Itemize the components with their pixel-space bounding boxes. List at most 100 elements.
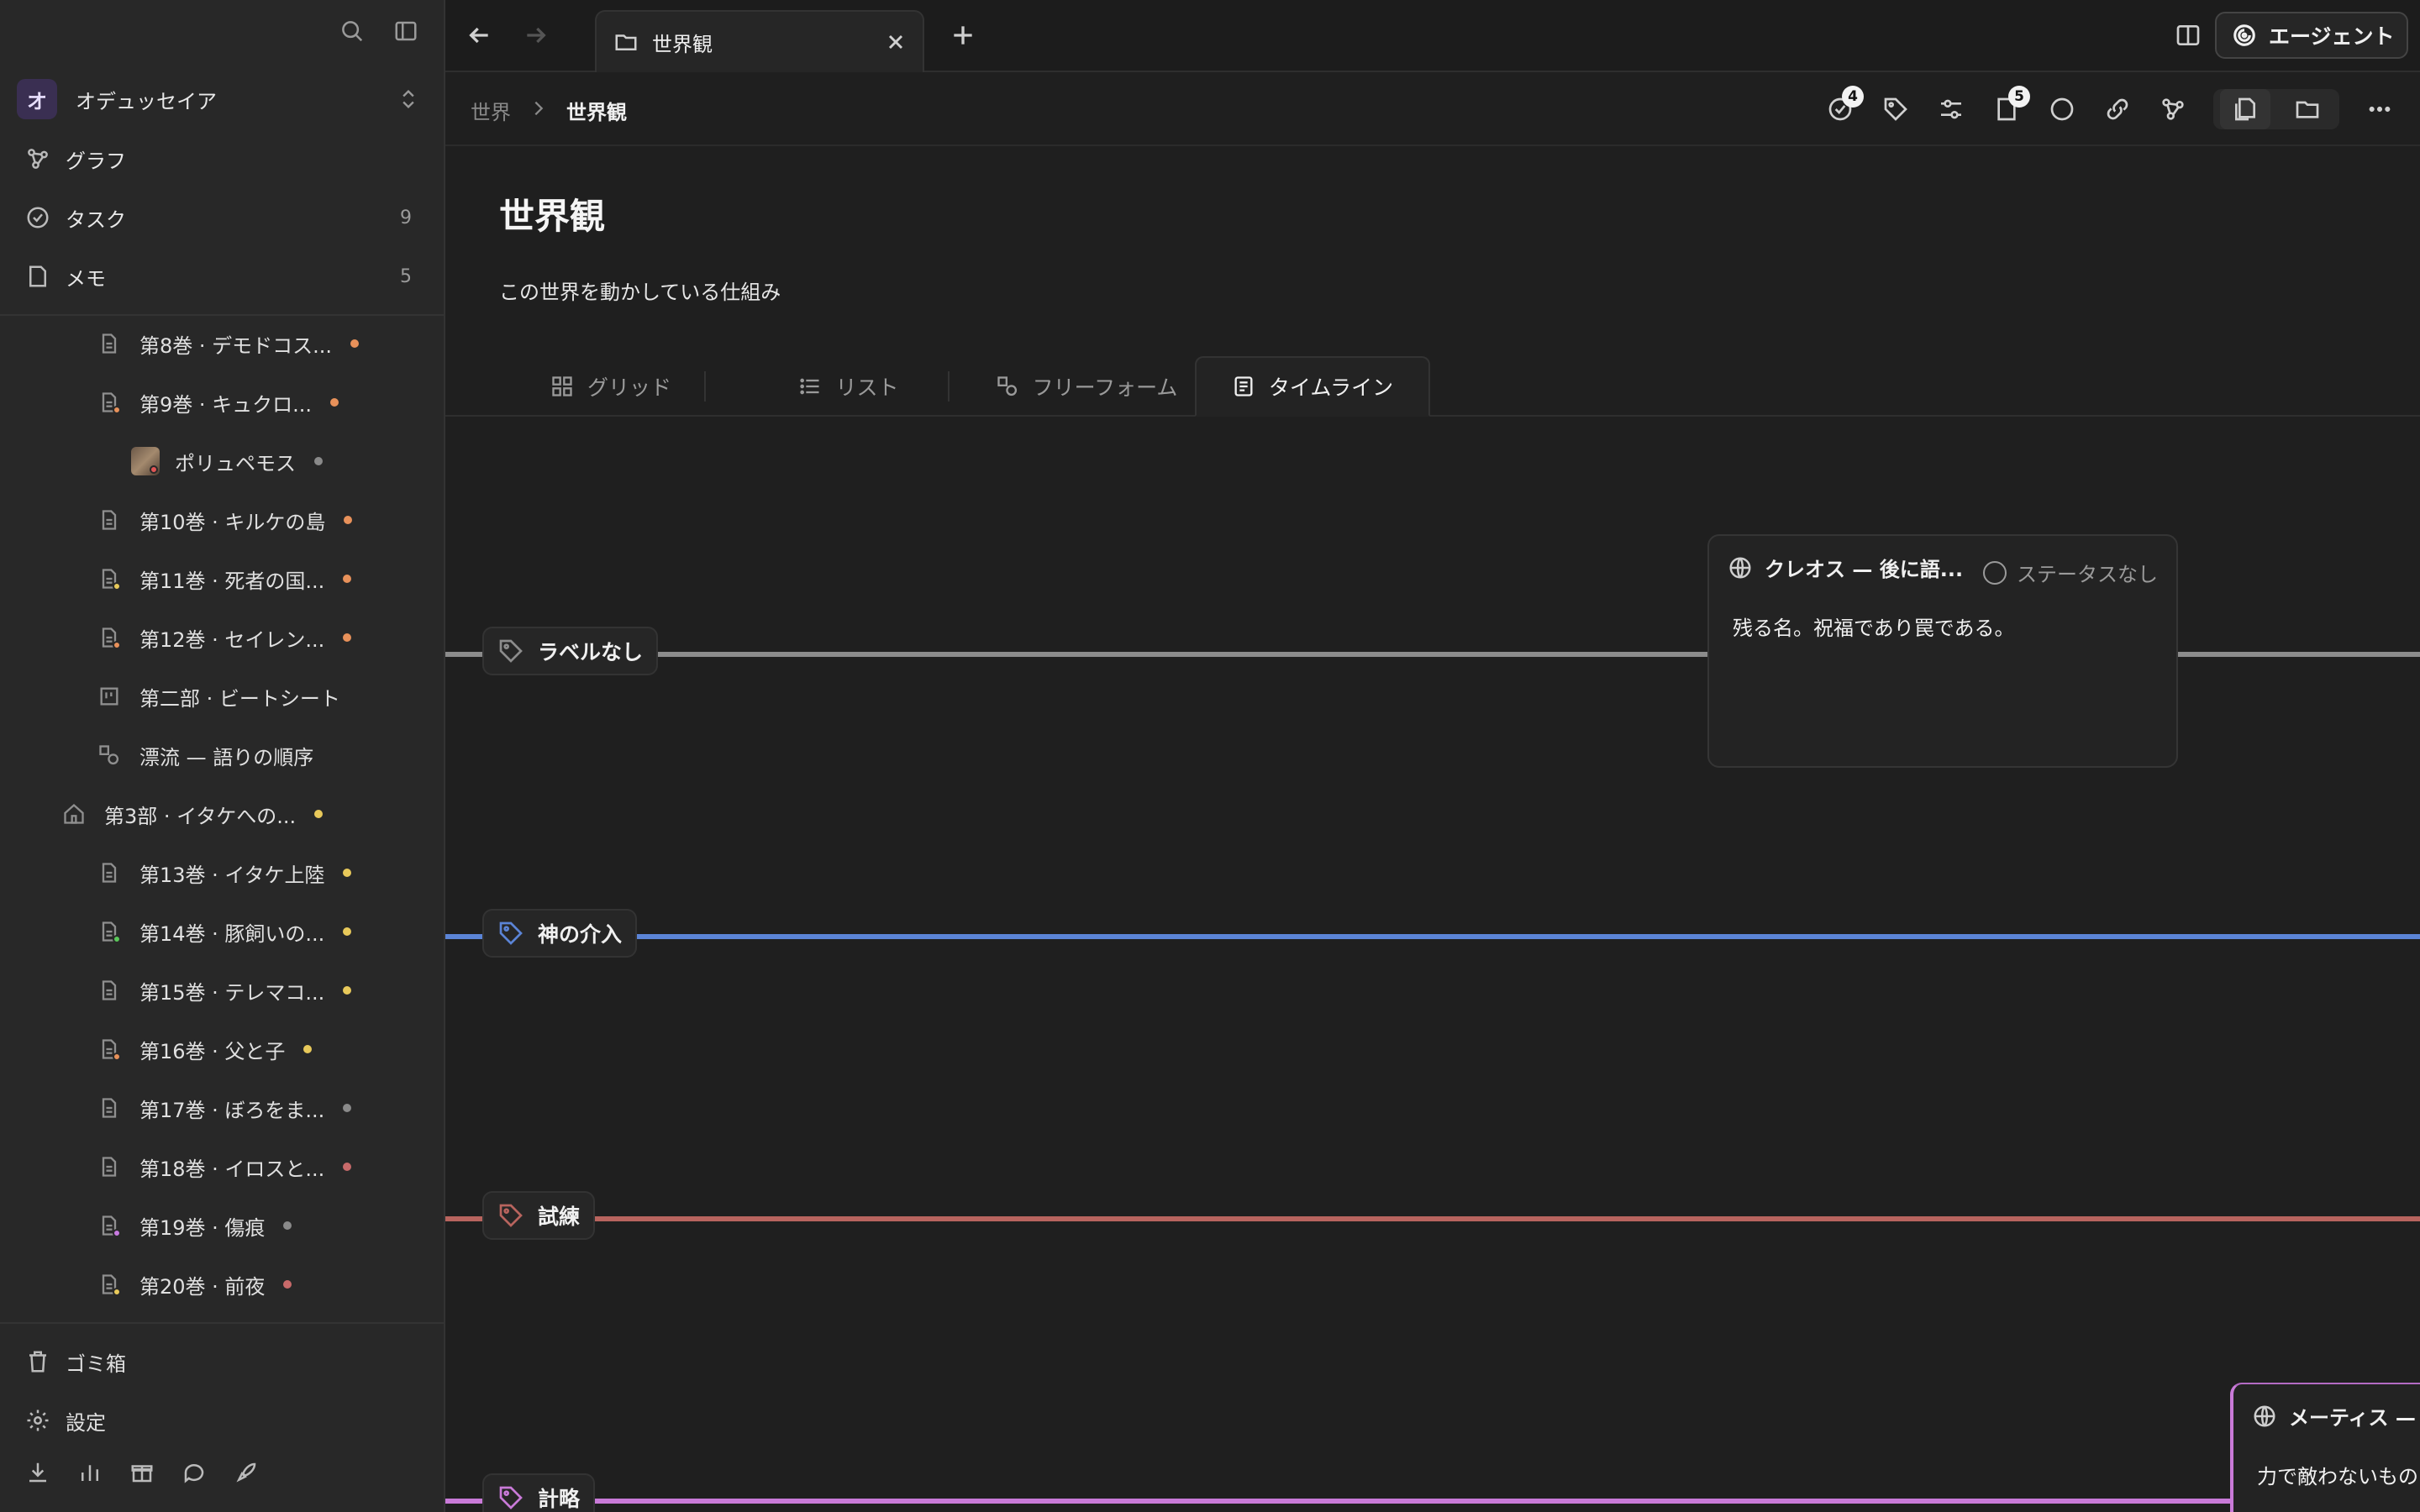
- properties-button[interactable]: [1936, 89, 1966, 129]
- chat-icon[interactable]: [182, 1460, 207, 1488]
- breadcrumb-parent[interactable]: 世界: [471, 96, 511, 125]
- page-description[interactable]: この世界を動かしている仕組み: [499, 276, 781, 305]
- tab-grid[interactable]: グリッド: [523, 356, 699, 417]
- tree-item[interactable]: 第12巻 · セイレン...: [97, 617, 352, 659]
- graph-button[interactable]: [2158, 89, 2188, 129]
- tree-item[interactable]: 第8巻 · デモドコス...: [97, 323, 360, 365]
- workspace-switcher[interactable]: オ オデュッセイア: [17, 79, 420, 119]
- tree-item[interactable]: 第16巻 · 父と子: [97, 1028, 313, 1070]
- folder-view-button[interactable]: [2282, 89, 2333, 129]
- document-icon: [97, 1037, 121, 1061]
- gift-icon[interactable]: [129, 1460, 155, 1488]
- globe-icon: [1729, 557, 1751, 578]
- sidebar-top-actions: [339, 18, 418, 47]
- tree-item[interactable]: 第20巻 · 前夜: [97, 1263, 292, 1305]
- tree-item[interactable]: ポリュペモス: [131, 440, 323, 482]
- trash-button[interactable]: ゴミ箱: [25, 1341, 126, 1383]
- tree-item-label: 第19巻 · 傷痕: [139, 1215, 266, 1240]
- status-button[interactable]: [2047, 89, 2077, 129]
- top-bar: 世界観 エージェント: [445, 0, 2420, 72]
- split-view-icon[interactable]: [2175, 22, 2202, 52]
- link-icon: [2107, 98, 2128, 120]
- download-icon[interactable]: [25, 1460, 50, 1488]
- back-arrow-icon[interactable]: [466, 22, 492, 52]
- status-badge: [113, 935, 121, 943]
- tab-timeline[interactable]: タイムライン: [1195, 356, 1430, 417]
- settings-button[interactable]: 設定: [25, 1399, 106, 1441]
- tree-item-label: 第14巻 · 豚飼いの...: [139, 921, 325, 946]
- document-icon: [97, 1214, 121, 1237]
- document-icon: [97, 1155, 121, 1179]
- view-tabs: グリッド リスト フリーフォーム タイムライン: [445, 356, 2420, 417]
- note-icon: [29, 265, 46, 287]
- tab-freeform[interactable]: フリーフォーム: [973, 356, 1200, 417]
- search-icon[interactable]: [339, 18, 365, 47]
- notes-button[interactable]: 5: [1991, 86, 2030, 129]
- tree-item-label: 第二部 · ビートシート: [139, 686, 340, 711]
- tags-button[interactable]: [1881, 89, 1911, 129]
- new-tab-plus-icon[interactable]: [950, 22, 976, 52]
- tree-item[interactable]: 第二部 · ビートシート: [97, 675, 340, 717]
- grid-icon: [552, 376, 572, 396]
- forward-arrow-icon[interactable]: [523, 22, 550, 52]
- graph-icon: [2162, 98, 2184, 120]
- tree-item[interactable]: 第18巻 · イロスと...: [97, 1146, 352, 1188]
- chart-icon[interactable]: [77, 1460, 103, 1488]
- sidebar-toggle-icon[interactable]: [393, 18, 418, 47]
- trash-label: ゴミ箱: [66, 1352, 126, 1376]
- document-view-button[interactable]: [2220, 89, 2270, 129]
- document-icon: [97, 391, 121, 414]
- breadcrumb: 世界 世界観: [471, 96, 627, 125]
- color-dot: [283, 1280, 292, 1289]
- more-button[interactable]: [2365, 89, 2395, 129]
- close-icon[interactable]: [884, 30, 908, 57]
- tree-item[interactable]: 第15巻 · テレマコ...: [97, 969, 352, 1011]
- notes-count-badge: 5: [2008, 86, 2030, 108]
- nav-tasks[interactable]: タスク 9: [25, 197, 412, 239]
- lane-label-unlabeled[interactable]: ラベルなし: [482, 627, 659, 675]
- color-dot: [350, 339, 360, 348]
- page-title[interactable]: 世界観: [499, 188, 605, 239]
- list-icon: [800, 378, 819, 395]
- nav-graph[interactable]: グラフ: [25, 138, 412, 180]
- tree-item[interactable]: 第17巻 · ぼろをま...: [97, 1087, 352, 1129]
- tab-list[interactable]: リスト: [765, 356, 933, 417]
- tree-item[interactable]: 第13巻 · イタケ上陸: [97, 852, 352, 894]
- workspace-name: オデュッセイア: [76, 89, 217, 113]
- more-horizontal-icon: [2369, 106, 2391, 113]
- lane-label-schemes[interactable]: 計略: [482, 1473, 596, 1512]
- page-toolbar: 4 5: [1825, 86, 2395, 129]
- lane-label-divine[interactable]: 神の介入: [482, 909, 638, 958]
- freeform-icon: [997, 376, 1017, 396]
- agent-button[interactable]: エージェント: [2215, 12, 2408, 59]
- workspace-avatar: オ: [17, 79, 57, 119]
- link-button[interactable]: [2102, 89, 2133, 129]
- timeline-card[interactable]: メーティス — 力で敵わないもの: [2230, 1383, 2420, 1512]
- tasks-button[interactable]: 4: [1825, 86, 1864, 129]
- timeline-card[interactable]: クレオス — 後に語... ステータスなし 残る名。祝福であり罠である。: [1707, 534, 2178, 768]
- tree-item-label: 第11巻 · 死者の国...: [139, 569, 325, 593]
- status-badge: [113, 582, 121, 591]
- color-dot: [344, 516, 353, 524]
- rocket-icon[interactable]: [234, 1460, 259, 1488]
- lane-label-trials[interactable]: 試練: [482, 1191, 596, 1240]
- tree-item[interactable]: 第10巻 · キルケの島: [97, 499, 353, 541]
- tree-item[interactable]: 第19巻 · 傷痕: [97, 1205, 292, 1247]
- tree-item-label: 第16巻 · 父と子: [139, 1039, 286, 1063]
- chevron-right-icon: [529, 99, 548, 123]
- tree-item[interactable]: 漂流 — 語りの順序: [97, 734, 313, 776]
- color-dot: [343, 927, 352, 936]
- tree-item[interactable]: 第11巻 · 死者の国...: [97, 558, 352, 600]
- tab-worldview[interactable]: 世界観: [595, 10, 924, 72]
- tag-icon: [499, 1204, 523, 1227]
- status-selector[interactable]: ステータスなし: [1983, 558, 2158, 587]
- tree-item[interactable]: 第3部 · イタケへの...: [62, 793, 324, 835]
- tree-item-label: 漂流 — 語りの順序: [139, 745, 314, 769]
- sidebar-divider: [0, 314, 445, 316]
- nav-notes[interactable]: メモ 5: [25, 255, 412, 297]
- tree-item-label: 第12巻 · セイレン...: [139, 627, 325, 652]
- agent-swirl-icon: [2233, 24, 2255, 46]
- nav-label: タスク: [66, 207, 126, 232]
- tree-item[interactable]: 第14巻 · 豚飼いの...: [97, 911, 352, 953]
- tree-item[interactable]: 第9巻 · キュクロ...: [97, 381, 339, 423]
